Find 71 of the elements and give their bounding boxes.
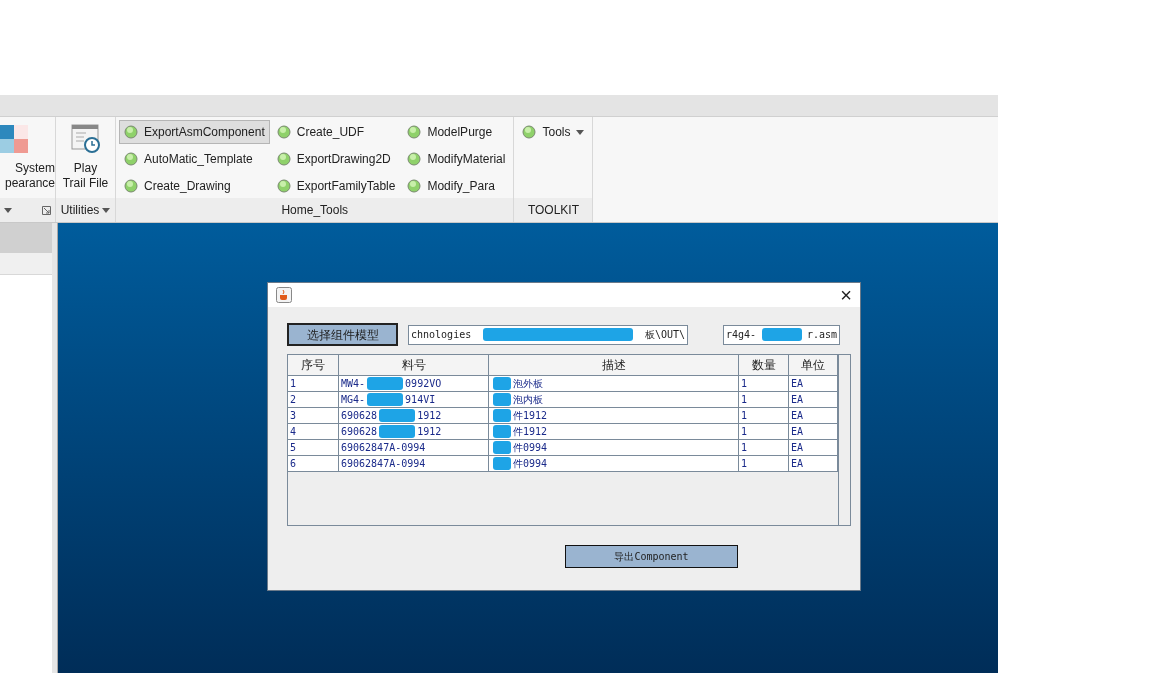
table-cell: 1 xyxy=(288,376,339,391)
table-cell: 件0994 xyxy=(489,456,739,471)
column-header[interactable]: 描述 xyxy=(489,355,739,375)
java-cup-icon xyxy=(276,287,292,303)
ribbon-command[interactable]: ExportDrawing2D xyxy=(271,147,401,171)
ribbon-command[interactable]: ModelPurge xyxy=(402,120,511,144)
column-header[interactable]: 单位 xyxy=(789,355,838,375)
bulb-icon xyxy=(124,179,138,193)
column-header[interactable]: 数量 xyxy=(739,355,789,375)
table-cell: 件1912 xyxy=(489,424,739,439)
table-cell: 泡外板 xyxy=(489,376,739,391)
bulb-icon xyxy=(276,125,291,139)
table-cell: 件1912 xyxy=(489,408,739,423)
ribbon-command[interactable]: Modify_Para xyxy=(402,174,511,198)
table-cell: 件0994 xyxy=(489,440,739,455)
table-cell: 2 xyxy=(288,392,339,407)
group-label: Home_Tools xyxy=(281,202,349,220)
table-cell: 泡内板 xyxy=(489,392,739,407)
ribbon-command[interactable]: Tools xyxy=(517,120,590,144)
file-name-field[interactable]: r4g4- r.asm xyxy=(723,324,840,345)
table-cell: EA xyxy=(789,456,838,471)
column-header[interactable]: 序号 xyxy=(288,355,339,375)
bulb-icon xyxy=(276,152,291,166)
export-component-button[interactable]: 导出Component xyxy=(565,545,738,568)
table-cell: 1 xyxy=(739,424,789,439)
ribbon-command[interactable]: AutoMatic_Template xyxy=(119,147,270,171)
table-cell: EA xyxy=(789,408,838,423)
bulb-icon xyxy=(407,152,422,166)
table-cell: 1 xyxy=(739,440,789,455)
table-cell: 5 xyxy=(288,440,339,455)
table-cell: EA xyxy=(789,424,838,439)
caret-icon xyxy=(576,129,585,135)
ribbon-command[interactable]: Create_UDF xyxy=(271,120,401,144)
table-cell: 690628 1912 xyxy=(339,408,489,423)
table-cell: 1 xyxy=(739,392,789,407)
ribbon-button-label[interactable]: Play Trail File xyxy=(62,161,109,191)
bulb-icon xyxy=(276,179,291,193)
ribbon-command[interactable]: ExportAsmComponent xyxy=(119,120,270,144)
dialog-launcher-icon[interactable] xyxy=(42,205,51,215)
close-button[interactable]: × xyxy=(840,285,852,305)
ribbon-command[interactable]: ExportFamilyTable xyxy=(271,174,401,198)
path-field[interactable]: chnologies 板\OUT\ xyxy=(408,324,688,345)
table-cell: MG4- 914VI xyxy=(339,392,489,407)
trail-file-icon[interactable] xyxy=(69,123,102,155)
table-cell: 690628 1912 xyxy=(339,424,489,439)
ribbon-command[interactable]: ModifyMaterial xyxy=(402,147,511,171)
group-label: TOOLKIT xyxy=(527,202,580,220)
bulb-icon xyxy=(407,125,422,139)
ribbon-button-label[interactable]: System pearance xyxy=(4,161,55,191)
caret-icon xyxy=(102,207,111,213)
table-cell: EA xyxy=(789,440,838,455)
table-cell: 3 xyxy=(288,408,339,423)
bulb-icon xyxy=(124,152,138,166)
caret-icon xyxy=(4,207,12,213)
table-cell: 69062847A-0994 xyxy=(339,440,489,455)
select-model-button[interactable]: 选择组件模型 xyxy=(287,323,398,346)
table-cell: 1 xyxy=(739,456,789,471)
bulb-icon xyxy=(407,179,422,193)
bulb-icon xyxy=(124,125,138,139)
table-cell: 1 xyxy=(739,408,789,423)
bulb-icon xyxy=(522,125,537,139)
table-cell: 1 xyxy=(739,376,789,391)
table-cell: EA xyxy=(789,392,838,407)
table-cell: 69062847A-0994 xyxy=(339,456,489,471)
table-cell: 4 xyxy=(288,424,339,439)
ribbon-command[interactable]: Create_Drawing xyxy=(119,174,270,198)
tile-grid-icon xyxy=(0,125,28,153)
table-cell: 6 xyxy=(288,456,339,471)
column-header[interactable]: 料号 xyxy=(339,355,489,375)
table-cell: MW4- 0992VO xyxy=(339,376,489,391)
table-cell: EA xyxy=(789,376,838,391)
